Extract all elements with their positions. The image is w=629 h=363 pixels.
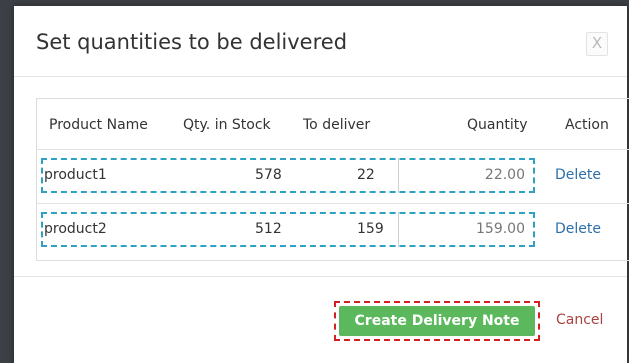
to-deliver-cell: 22	[357, 167, 375, 183]
delete-link[interactable]: Delete	[555, 167, 601, 183]
modal-header: Set quantities to be delivered X	[14, 6, 627, 77]
to-deliver-cell: 159	[357, 221, 384, 237]
table-row: product1 578 22 22.00 Delete	[37, 150, 629, 204]
create-delivery-note-button[interactable]: Create Delivery Note	[339, 306, 535, 336]
cancel-link[interactable]: Cancel	[556, 312, 603, 328]
table-header-row: Product Name Qty. in Stock To deliver Qu…	[37, 99, 629, 150]
modal-title: Set quantities to be delivered	[36, 30, 348, 54]
create-button-highlight: Create Delivery Note	[334, 301, 540, 341]
footer-divider	[14, 276, 627, 277]
quantity-input[interactable]: 159.00	[398, 212, 535, 247]
products-table: Product Name Qty. in Stock To deliver Qu…	[36, 98, 629, 261]
table-row: product2 512 159 159.00 Delete	[37, 204, 629, 257]
quantity-value: 22.00	[484, 167, 525, 183]
product-name-cell: product1	[44, 167, 107, 183]
quantity-value: 159.00	[476, 221, 525, 237]
delivery-modal: Set quantities to be delivered X Product…	[14, 6, 629, 363]
product-name-cell: product2	[44, 221, 107, 237]
header-quantity: Quantity	[467, 117, 528, 133]
header-to-deliver: To deliver	[303, 117, 371, 133]
delete-link[interactable]: Delete	[555, 221, 601, 237]
header-qty-in-stock: Qty. in Stock	[183, 117, 271, 133]
qty-in-stock-cell: 578	[255, 167, 282, 183]
header-product-name: Product Name	[49, 117, 148, 133]
qty-in-stock-cell: 512	[255, 221, 282, 237]
quantity-input[interactable]: 22.00	[398, 158, 535, 193]
header-action: Action	[565, 117, 609, 133]
close-button[interactable]: X	[586, 32, 608, 56]
